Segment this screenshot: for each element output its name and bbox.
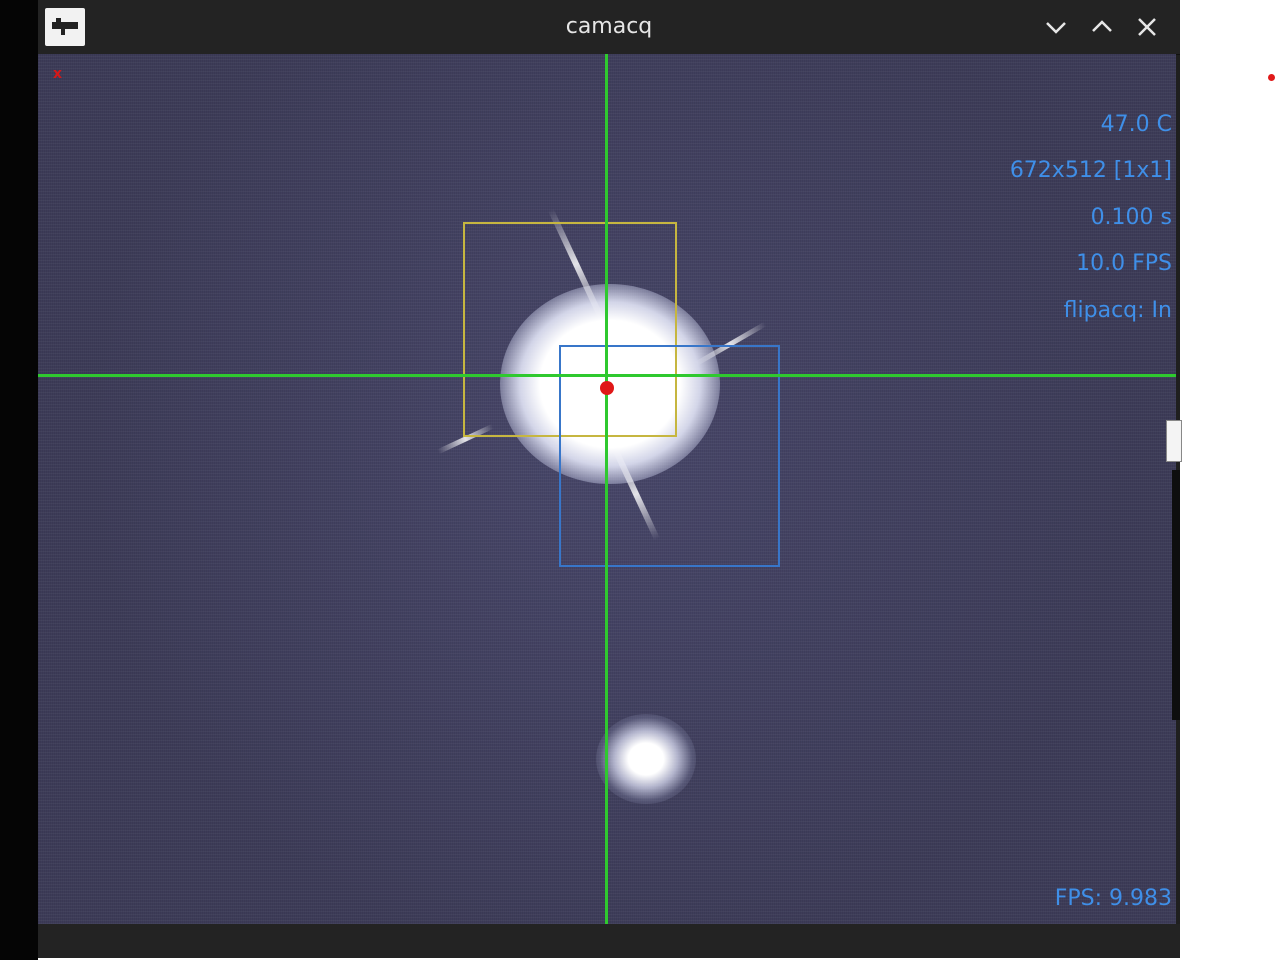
close-icon — [1138, 18, 1156, 36]
crosshair-vertical — [605, 54, 608, 924]
chevron-up-icon — [1092, 20, 1112, 32]
frame-rate-readout: 10.0 FPS — [1076, 251, 1172, 276]
exposure-readout: 0.100 s — [1090, 205, 1172, 230]
corner-marker: x — [53, 66, 63, 82]
flipacq-readout: flipacq: In — [1063, 298, 1172, 323]
window-title: camacq — [565, 14, 653, 39]
left-desktop-bar — [0, 0, 38, 960]
side-panel-strip[interactable] — [1172, 470, 1180, 720]
minimize-button[interactable] — [1043, 14, 1069, 40]
camera-image-view[interactable]: x 47.0 C 672x512 [1x1] 0.100 s 10.0 FPS … — [38, 54, 1176, 924]
chevron-down-icon — [1046, 22, 1066, 34]
close-button[interactable] — [1134, 14, 1160, 40]
title-bar[interactable]: camacq — [38, 0, 1180, 55]
temperature-readout: 47.0 C — [1100, 112, 1172, 137]
resolution-readout: 672x512 [1x1] — [1009, 158, 1172, 183]
centroid-marker — [600, 381, 614, 395]
reference-roi-box[interactable] — [559, 345, 780, 567]
side-toggle-handle[interactable] — [1166, 420, 1182, 462]
secondary-star — [596, 714, 696, 804]
measured-fps-readout: FPS: 9.983 — [1054, 886, 1172, 911]
maximize-button[interactable] — [1089, 14, 1115, 40]
status-bar — [38, 924, 1180, 958]
notification-dot — [1268, 74, 1275, 81]
